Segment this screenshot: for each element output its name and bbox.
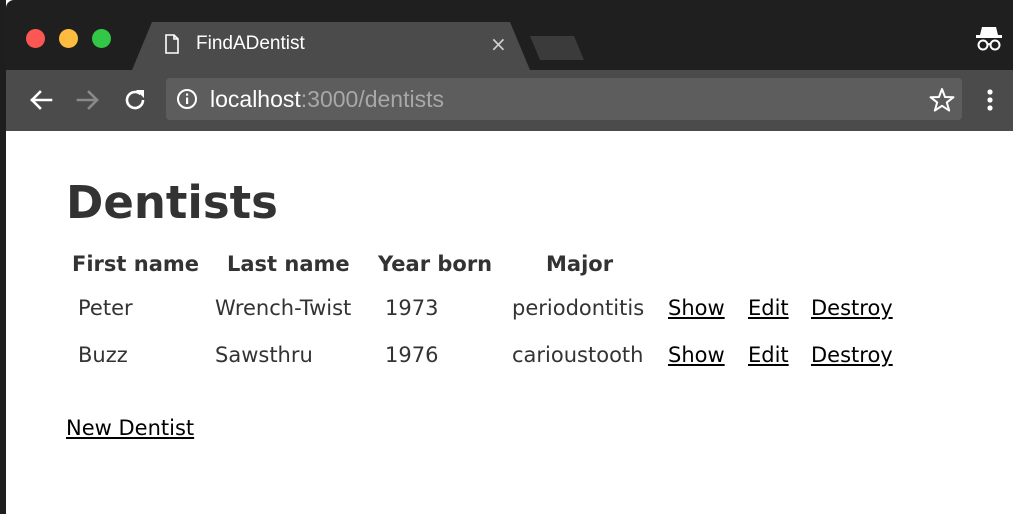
tab-title: FindADentist	[196, 33, 305, 54]
cell-last-name: Sawsthru	[215, 343, 313, 367]
url-path: :3000/dentists	[300, 86, 444, 112]
arrow-left-icon[interactable]	[27, 86, 55, 114]
minimize-window-button[interactable]	[59, 29, 78, 48]
destroy-link[interactable]: Destroy	[811, 296, 893, 320]
show-link[interactable]: Show	[668, 296, 725, 320]
cell-first-name: Peter	[78, 296, 133, 320]
zoom-window-button[interactable]	[92, 29, 111, 48]
active-tab[interactable]	[132, 22, 530, 70]
cell-major: carioustooth	[512, 343, 644, 367]
column-header-major: Major	[546, 252, 614, 276]
tab-strip: FindADentist ×	[6, 0, 1013, 70]
tab-close-icon[interactable]: ×	[490, 33, 507, 55]
browser-window: FindADentist × localhost:3000/dentists D…	[0, 0, 1013, 514]
star-icon[interactable]	[928, 86, 956, 114]
cell-year-born: 1976	[385, 343, 439, 367]
cell-major: periodontitis	[512, 296, 645, 320]
reload-icon[interactable]	[121, 86, 149, 114]
column-header-last-name: Last name	[227, 252, 350, 276]
new-tab-button[interactable]	[530, 36, 584, 60]
edit-link[interactable]: Edit	[748, 296, 789, 320]
destroy-link[interactable]: Destroy	[811, 343, 893, 367]
column-header-year-born: Year born	[378, 252, 493, 276]
close-window-button[interactable]	[26, 29, 45, 48]
url-text[interactable]: localhost:3000/dentists	[210, 86, 444, 113]
column-header-first-name: First name	[72, 252, 199, 276]
page-title: Dentists	[66, 176, 278, 229]
document-icon	[165, 34, 179, 54]
url-host: localhost	[210, 86, 301, 112]
arrow-right-icon[interactable]	[74, 86, 102, 114]
cell-first-name: Buzz	[78, 343, 128, 367]
kebab-menu-icon[interactable]	[980, 86, 1000, 114]
new-dentist-link[interactable]: New Dentist	[66, 416, 194, 440]
show-link[interactable]: Show	[668, 343, 725, 367]
incognito-icon	[976, 27, 1002, 51]
cell-last-name: Wrench-Twist	[215, 296, 352, 320]
edit-link[interactable]: Edit	[748, 343, 789, 367]
cell-year-born: 1973	[385, 296, 439, 320]
info-icon[interactable]	[176, 88, 198, 110]
